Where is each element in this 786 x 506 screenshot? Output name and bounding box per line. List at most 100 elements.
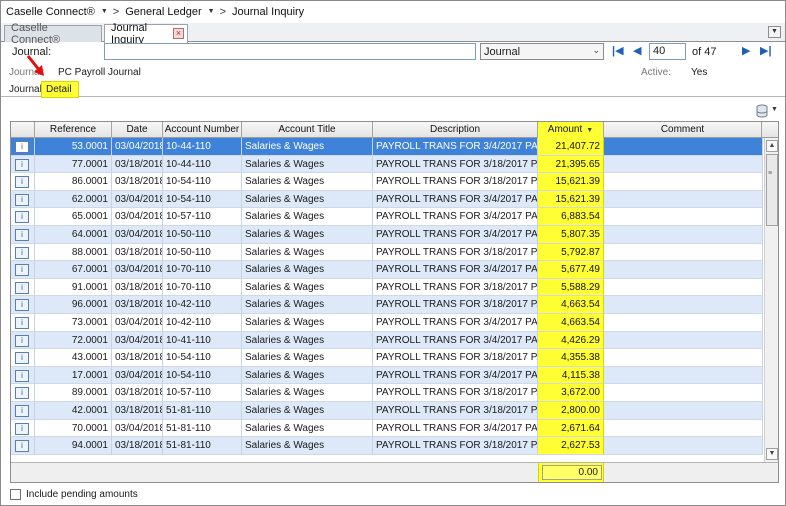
- vertical-scrollbar[interactable]: ▲ ≡ ▼: [764, 138, 778, 462]
- breadcrumb: Caselle Connect® ▼ > General Ledger ▼ > …: [1, 1, 785, 22]
- scroll-down-icon[interactable]: ▼: [766, 448, 778, 460]
- table-row[interactable]: i 62.0001 03/04/2018 10-54-110 Salaries & Wa…: [11, 190, 763, 209]
- journal-entry-icon[interactable]: i: [15, 246, 29, 259]
- breadcrumb-separator-icon: >: [112, 5, 120, 18]
- column-header-account-title[interactable]: Account Title: [242, 122, 373, 138]
- cell-account-title: Salaries & Wages: [242, 226, 373, 244]
- first-page-icon[interactable]: |◀: [612, 44, 624, 57]
- last-page-icon[interactable]: ▶|: [760, 44, 772, 57]
- cell-date: 03/04/2018: [112, 261, 163, 279]
- tab-list-dropdown-icon[interactable]: ▼: [768, 26, 781, 38]
- cell-row-icon: i: [11, 261, 35, 279]
- table-row[interactable]: i 53.0001 03/04/2018 10-44-110 Salaries & Wa…: [11, 138, 763, 156]
- sort-descending-icon: ▼: [586, 127, 594, 134]
- column-header-amount[interactable]: Amount ▼: [538, 122, 604, 138]
- cell-description: PAYROLL TRANS FOR 3/18/2017 PAY PE...: [373, 296, 538, 314]
- column-header-comment[interactable]: Comment: [604, 122, 762, 138]
- scroll-up-icon[interactable]: ▲: [766, 140, 778, 152]
- chevron-down-icon[interactable]: ▼: [101, 8, 108, 15]
- table-row[interactable]: i 67.0001 03/04/2018 10-70-110 Salaries & Wa…: [11, 261, 763, 279]
- cell-date: 03/18/2018: [112, 349, 163, 367]
- table-row[interactable]: i 73.0001 03/04/2018 10-42-110 Salaries & Wa…: [11, 314, 763, 332]
- chevron-down-icon[interactable]: ▼: [208, 8, 215, 15]
- journal-entry-icon[interactable]: i: [15, 387, 29, 400]
- journal-type-select[interactable]: Journal ⌄: [480, 43, 604, 60]
- table-row[interactable]: i 17.0001 03/04/2018 10-54-110 Salaries & Wa…: [11, 366, 763, 385]
- cell-account-number: 10-70-110: [163, 261, 242, 279]
- database-icon[interactable]: [755, 104, 769, 118]
- cell-comment: [604, 366, 763, 385]
- cell-row-icon: i: [11, 173, 35, 191]
- page-number-input[interactable]: 40: [649, 43, 686, 60]
- journal-entry-icon[interactable]: i: [15, 229, 29, 241]
- tab-journal-inquiry[interactable]: Journal Inquiry ×: [104, 22, 188, 46]
- cell-account-title: Salaries & Wages: [242, 278, 373, 297]
- table-row[interactable]: i 43.0001 03/18/2018 10-54-110 Salaries & Wa…: [11, 349, 763, 367]
- journal-entry-icon[interactable]: i: [15, 281, 29, 294]
- cell-comment: [604, 331, 763, 350]
- column-header-date[interactable]: Date: [112, 122, 163, 138]
- close-icon[interactable]: ×: [173, 28, 184, 39]
- table-row[interactable]: i 89.0001 03/18/2018 10-57-110 Salaries & Wa…: [11, 384, 763, 402]
- subtab-detail[interactable]: Detail: [41, 81, 79, 98]
- prev-page-icon[interactable]: ◀: [633, 44, 641, 57]
- breadcrumb-general-ledger[interactable]: General Ledger: [125, 6, 201, 18]
- info-journal-name: PC Payroll Journal: [58, 67, 141, 78]
- cell-account-number: 10-50-110: [163, 243, 242, 262]
- column-header-account-number[interactable]: Account Number: [163, 122, 242, 138]
- table-row[interactable]: i 64.0001 03/04/2018 10-50-110 Salaries & Wa…: [11, 226, 763, 244]
- journal-entry-icon[interactable]: i: [15, 176, 29, 189]
- table-row[interactable]: i 94.0001 03/18/2018 51-81-110 Salaries & Wa…: [11, 437, 763, 455]
- cell-reference: 91.0001: [35, 278, 112, 297]
- table-row[interactable]: i 91.0001 03/18/2018 10-70-110 Salaries & Wa…: [11, 278, 763, 297]
- include-pending-checkbox[interactable]: [10, 489, 21, 500]
- table-row[interactable]: i 86.0001 03/18/2018 10-54-110 Salaries & Wa…: [11, 173, 763, 191]
- journal-entry-icon[interactable]: i: [15, 405, 29, 417]
- table-row[interactable]: i 65.0001 03/04/2018 10-57-110 Salaries & Wa…: [11, 208, 763, 226]
- cell-description: PAYROLL TRANS FOR 3/18/2017 PAY PE...: [373, 402, 538, 420]
- journal-entry-icon[interactable]: i: [15, 440, 29, 453]
- cell-date: 03/04/2018: [112, 314, 163, 332]
- cell-comment: [604, 419, 763, 438]
- include-pending-option[interactable]: Include pending amounts: [10, 489, 138, 500]
- grid-header: Reference Date Account Number Account Ti…: [11, 122, 778, 138]
- tab-label: Caselle Connect®: [11, 22, 61, 46]
- cell-amount: 5,677.49: [538, 261, 604, 279]
- cell-account-number: 10-57-110: [163, 384, 242, 402]
- cell-row-icon: i: [11, 366, 35, 385]
- breadcrumb-root[interactable]: Caselle Connect®: [6, 6, 95, 18]
- table-row[interactable]: i 88.0001 03/18/2018 10-50-110 Salaries & Wa…: [11, 243, 763, 262]
- next-page-icon[interactable]: ▶: [742, 44, 750, 57]
- journal-entry-icon[interactable]: i: [15, 211, 29, 224]
- journal-entry-icon[interactable]: i: [15, 317, 29, 329]
- journal-entry-icon[interactable]: i: [15, 369, 29, 382]
- chevron-down-icon[interactable]: ▼: [771, 106, 778, 113]
- journal-input[interactable]: [104, 43, 476, 60]
- tab-caselle-connect[interactable]: Caselle Connect®: [4, 22, 102, 46]
- journal-entry-icon[interactable]: i: [15, 352, 29, 365]
- scroll-thumb[interactable]: [766, 154, 778, 226]
- column-header-description[interactable]: Description: [373, 122, 538, 138]
- cell-row-icon: i: [11, 226, 35, 244]
- cell-comment: [604, 138, 763, 156]
- cell-amount: 4,355.38: [538, 349, 604, 367]
- journal-entry-icon[interactable]: i: [15, 422, 29, 435]
- journal-entry-icon[interactable]: i: [15, 193, 29, 206]
- journal-entry-icon[interactable]: i: [15, 141, 29, 153]
- table-row[interactable]: i 77.0001 03/18/2018 10-44-110 Salaries & Wa…: [11, 155, 763, 174]
- cell-reference: 42.0001: [35, 402, 112, 420]
- cell-row-icon: i: [11, 331, 35, 350]
- table-row[interactable]: i 96.0001 03/18/2018 10-42-110 Salaries & Wa…: [11, 296, 763, 314]
- table-row[interactable]: i 42.0001 03/18/2018 51-81-110 Salaries & Wa…: [11, 402, 763, 420]
- table-row[interactable]: i 70.0001 03/04/2018 51-81-110 Salaries & Wa…: [11, 419, 763, 438]
- cell-amount: 2,627.53: [538, 437, 604, 455]
- journal-entry-icon[interactable]: i: [15, 158, 29, 171]
- journal-entry-icon[interactable]: i: [15, 299, 29, 312]
- table-row[interactable]: i 72.0001 03/04/2018 10-41-110 Salaries & Wa…: [11, 331, 763, 350]
- cell-row-icon: i: [11, 314, 35, 332]
- journal-entry-icon[interactable]: i: [15, 334, 29, 347]
- journal-entry-icon[interactable]: i: [15, 264, 29, 277]
- column-header-reference[interactable]: Reference: [35, 122, 112, 138]
- subtab-journal[interactable]: Journal: [6, 83, 45, 97]
- cell-reference: 89.0001: [35, 384, 112, 402]
